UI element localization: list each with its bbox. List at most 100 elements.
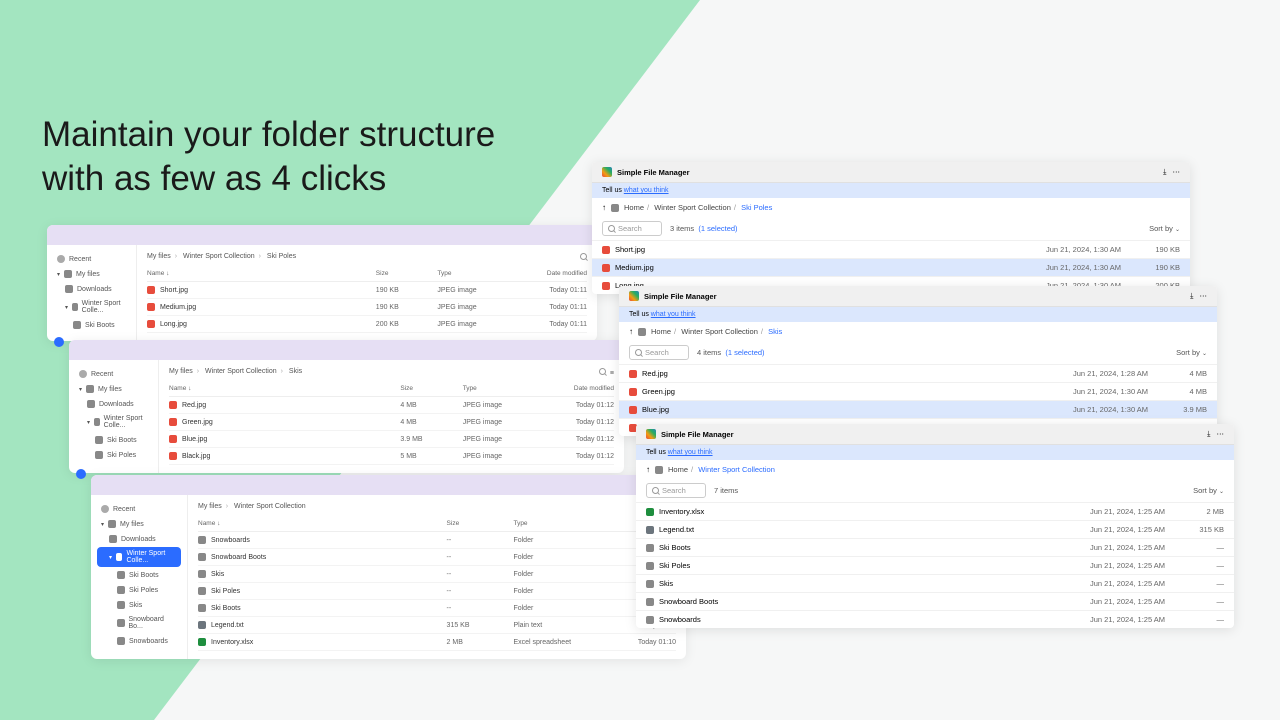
sort-button[interactable]: Sort by ⌄ [1149, 224, 1180, 233]
pin-icon[interactable]: ⤓ [1163, 167, 1166, 177]
table-row[interactable]: Long.jpg200 KBJPEG imageToday 01:11 [147, 316, 587, 333]
feedback-banner[interactable]: Tell us what you think [619, 307, 1217, 322]
search-input[interactable]: Search [629, 345, 689, 360]
folder-icon [73, 321, 81, 329]
list-item[interactable]: Red.jpgJun 21, 2024, 1:28 AM4 MB [619, 364, 1217, 382]
table-row[interactable]: Red.jpg4 MBJPEG imageToday 01:12 [169, 397, 614, 414]
list-item[interactable]: Inventory.xlsxJun 21, 2024, 1:25 AM2 MB [636, 502, 1234, 520]
crumb[interactable]: My files [198, 503, 222, 510]
table-row[interactable]: Ski Poles--FolderToday 01:13 [198, 583, 676, 600]
search-input[interactable]: Search [646, 483, 706, 498]
sidebar-snowboards[interactable]: Snowboards [97, 634, 181, 648]
crumb[interactable]: Home [668, 465, 688, 474]
up-dir-icon[interactable]: ↑ [629, 327, 633, 336]
sidebar-downloads[interactable]: Downloads [75, 397, 152, 411]
sidebar-recent[interactable]: Recent [75, 367, 152, 381]
table-row[interactable]: Legend.txt315 KBPlain textToday 01:10 [198, 617, 676, 634]
crumb[interactable]: Winter Sport Collection [205, 368, 277, 375]
up-dir-icon[interactable]: ↑ [602, 203, 606, 212]
crumb[interactable]: Ski Poles [267, 253, 296, 260]
crumb[interactable]: My files [169, 368, 193, 375]
col-name[interactable]: Name ↓ [198, 520, 447, 527]
sidebar-skiboots[interactable]: Ski Boots [53, 318, 130, 332]
table-row[interactable]: Green.jpg4 MBJPEG imageToday 01:12 [169, 414, 614, 431]
sidebar-skis[interactable]: Skis [97, 598, 181, 612]
list-item[interactable]: Snowboard BootsJun 21, 2024, 1:25 AM— [636, 592, 1234, 610]
table-row[interactable]: Snowboard Boots--FolderToday 01:13 [198, 549, 676, 566]
crumb[interactable]: Home [624, 203, 644, 212]
crumb[interactable]: My files [147, 253, 171, 260]
sidebar-skipoles[interactable]: Ski Poles [75, 448, 152, 462]
crumb[interactable]: Winter Sport Collection [234, 503, 306, 510]
sidebar-downloads[interactable]: Downloads [97, 532, 181, 546]
col-size[interactable]: Size [447, 520, 514, 527]
list-item[interactable]: Green.jpgJun 21, 2024, 1:30 AM4 MB [619, 382, 1217, 400]
col-type[interactable]: Type [463, 385, 543, 392]
sidebar-recent[interactable]: Recent [53, 252, 130, 266]
col-name[interactable]: Name ↓ [147, 270, 376, 277]
more-icon[interactable]: ⋯ [1173, 167, 1181, 177]
col-type[interactable]: Type [437, 270, 516, 277]
headline: Maintain your folder structure with as f… [42, 113, 495, 201]
sort-button[interactable]: Sort by ⌄ [1193, 486, 1224, 495]
pin-icon[interactable]: ⤓ [1190, 291, 1193, 301]
feedback-banner[interactable]: Tell us what you think [636, 445, 1234, 460]
more-icon[interactable]: ≡ [610, 370, 614, 377]
sidebar-myfiles[interactable]: ▾My files [97, 517, 181, 531]
table-row[interactable]: Snowboards--FolderToday 01:13 [198, 532, 676, 549]
folder-icon [611, 204, 619, 212]
list-item[interactable]: Ski BootsJun 21, 2024, 1:25 AM— [636, 538, 1234, 556]
search-icon[interactable] [580, 253, 587, 260]
list-item[interactable]: Blue.jpgJun 21, 2024, 1:30 AM3.9 MB [619, 400, 1217, 418]
list-item[interactable]: Ski PolesJun 21, 2024, 1:25 AM— [636, 556, 1234, 574]
table-row[interactable]: Short.jpg190 KBJPEG imageToday 01:11 [147, 282, 587, 299]
more-icon[interactable]: ⋯ [1217, 429, 1225, 439]
table-row[interactable]: Medium.jpg190 KBJPEG imageToday 01:11 [147, 299, 587, 316]
file-icon [198, 587, 206, 595]
sidebar-recent[interactable]: Recent [97, 502, 181, 516]
list-item[interactable]: Legend.txtJun 21, 2024, 1:25 AM315 KB [636, 520, 1234, 538]
list-item[interactable]: Medium.jpgJun 21, 2024, 1:30 AM190 KB [592, 258, 1190, 276]
sidebar-downloads[interactable]: Downloads [53, 282, 130, 296]
sidebar-skipoles[interactable]: Ski Poles [97, 583, 181, 597]
list-item[interactable]: Short.jpgJun 21, 2024, 1:30 AM190 KB [592, 240, 1190, 258]
col-date[interactable]: Date modified [517, 270, 587, 277]
table-row[interactable]: Black.jpg5 MBJPEG imageToday 01:12 [169, 448, 614, 465]
col-size[interactable]: Size [376, 270, 438, 277]
tell-link[interactable]: what you think [624, 187, 669, 194]
sidebar-skiboots[interactable]: Ski Boots [97, 568, 181, 582]
col-size[interactable]: Size [400, 385, 462, 392]
col-type[interactable]: Type [513, 520, 599, 527]
sidebar-winter[interactable]: ▾Winter Sport Colle... [75, 412, 152, 432]
crumb[interactable]: Winter Sport Collection [183, 253, 255, 260]
col-date[interactable]: Date modified [543, 385, 614, 392]
crumb[interactable]: Skis [289, 368, 302, 375]
list-item[interactable]: SkisJun 21, 2024, 1:25 AM— [636, 574, 1234, 592]
sidebar-skiboots[interactable]: Ski Boots [75, 433, 152, 447]
tell-link[interactable]: what you think [668, 449, 713, 456]
table-row[interactable]: Ski Boots--FolderToday 01:13 [198, 600, 676, 617]
crumb[interactable]: Winter Sport Collection [654, 203, 731, 212]
search-icon[interactable] [599, 368, 606, 375]
sidebar-winter[interactable]: ▾Winter Sport Colle... [97, 547, 181, 567]
sidebar-winter[interactable]: ▾Winter Sport Colle... [53, 297, 130, 317]
tell-link[interactable]: what you think [651, 311, 696, 318]
up-dir-icon[interactable]: ↑ [646, 465, 650, 474]
col-name[interactable]: Name ↓ [169, 385, 400, 392]
progress-dot [76, 469, 86, 479]
search-input[interactable]: Search [602, 221, 662, 236]
list-item[interactable]: SnowboardsJun 21, 2024, 1:25 AM— [636, 610, 1234, 628]
sidebar-snowboardboots[interactable]: Snowboard Bo... [97, 613, 181, 633]
table-row[interactable]: Inventory.xlsx2 MBExcel spreadsheetToday… [198, 634, 676, 651]
feedback-banner[interactable]: Tell us what you think [592, 183, 1190, 198]
table-row[interactable]: Skis--FolderToday 01:13 [198, 566, 676, 583]
sidebar-myfiles[interactable]: ▾My files [75, 382, 152, 396]
more-icon[interactable]: ⋯ [1200, 291, 1208, 301]
pin-icon[interactable]: ⤓ [1207, 429, 1210, 439]
sort-button[interactable]: Sort by ⌄ [1176, 348, 1207, 357]
sidebar-label: Ski Poles [129, 587, 158, 594]
sidebar-myfiles[interactable]: ▾My files [53, 267, 130, 281]
crumb[interactable]: Winter Sport Collection [681, 327, 758, 336]
table-row[interactable]: Blue.jpg3.9 MBJPEG imageToday 01:12 [169, 431, 614, 448]
crumb[interactable]: Home [651, 327, 671, 336]
